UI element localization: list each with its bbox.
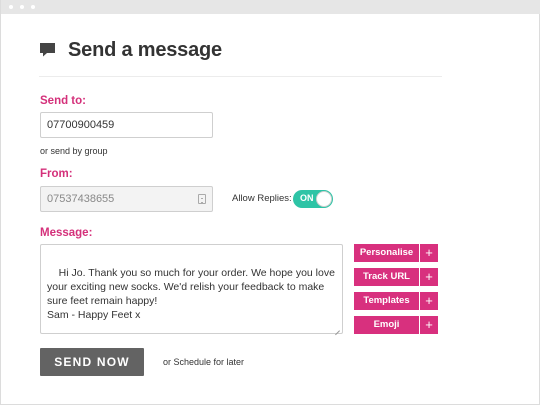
page-header: Send a message [39, 36, 222, 64]
track-url-button-label: Track URL [363, 271, 410, 282]
from-value: 07537438655 [47, 193, 115, 205]
app-window: Send a message Send to: 07700900459 or s… [0, 0, 540, 405]
window-dot-icon [20, 5, 24, 9]
chat-bubble-icon [39, 41, 57, 59]
plus-icon: + [419, 244, 438, 262]
allow-replies-label: Allow Replies: [232, 193, 292, 204]
track-url-button[interactable]: Track URL + [354, 268, 438, 286]
toggle-knob [316, 191, 332, 207]
templates-button-label: Templates [363, 295, 410, 306]
send-to-label: Send to: [40, 95, 86, 107]
message-label: Message: [40, 227, 93, 239]
emoji-button-label: Emoji [373, 319, 400, 330]
phone-icon [198, 194, 206, 204]
message-text: Hi Jo. Thank you so much for your order.… [47, 267, 335, 321]
toggle-state-text: ON [300, 193, 314, 203]
window-dot-icon [9, 5, 13, 9]
window-dot-icon [31, 5, 35, 9]
emoji-button[interactable]: Emoji + [354, 316, 438, 334]
message-textarea[interactable]: Hi Jo. Thank you so much for your order.… [40, 244, 343, 334]
personalise-button[interactable]: Personalise + [354, 244, 438, 262]
templates-button[interactable]: Templates + [354, 292, 438, 310]
page-title: Send a message [68, 38, 222, 61]
from-label: From: [40, 168, 73, 180]
schedule-later-link[interactable]: or Schedule for later [163, 357, 244, 367]
personalise-button-label: Personalise [359, 247, 414, 258]
send-now-button[interactable]: SEND NOW [40, 348, 144, 376]
plus-icon: + [419, 316, 438, 334]
from-input[interactable]: 07537438655 [40, 186, 213, 212]
resize-grip-icon[interactable] [334, 325, 340, 331]
allow-replies-toggle[interactable]: ON [293, 190, 333, 208]
send-to-input[interactable]: 07700900459 [40, 112, 213, 138]
window-titlebar [1, 0, 540, 14]
send-by-group-link[interactable]: or send by group [40, 146, 108, 156]
plus-icon: + [419, 268, 438, 286]
header-divider [39, 76, 442, 77]
plus-icon: + [419, 292, 438, 310]
